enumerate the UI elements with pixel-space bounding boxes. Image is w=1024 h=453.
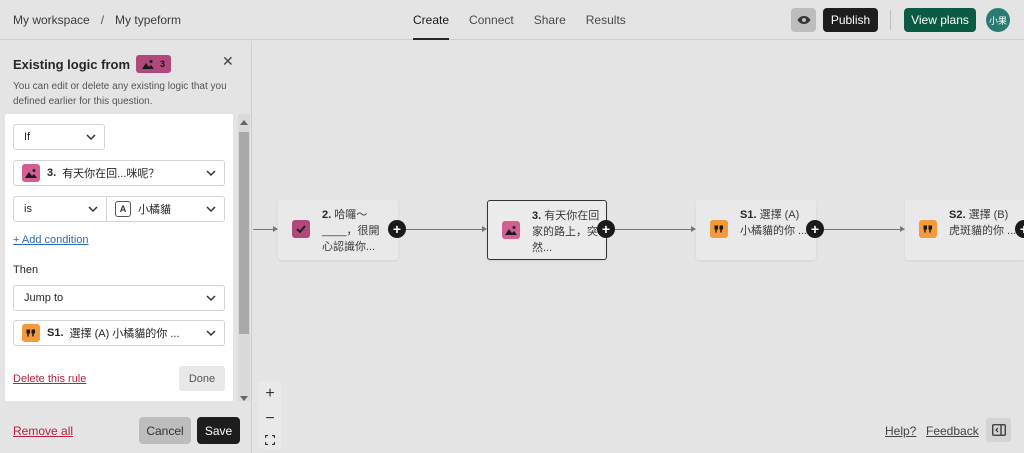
chevron-down-icon (206, 295, 216, 302)
scroll-up-icon[interactable] (240, 120, 248, 125)
fit-screen-icon[interactable] (265, 435, 275, 446)
logic-panel: Existing logic from 3 ✕ You can edit or … (0, 41, 252, 453)
action-select[interactable]: Jump to (13, 285, 225, 311)
tab-create[interactable]: Create (413, 0, 450, 40)
scroll-down-icon[interactable] (240, 396, 248, 401)
value-text: 小橘貓 (138, 204, 171, 216)
action-label: Jump to (24, 292, 64, 304)
flow-edge (824, 226, 905, 232)
chevron-down-icon (206, 170, 216, 177)
if-label: If (24, 131, 31, 143)
avatar[interactable]: 小果 (986, 8, 1010, 32)
top-bar: My workspace / My typeform Create Connec… (0, 0, 1024, 40)
header-divider (890, 10, 891, 30)
condition-divider (106, 197, 107, 221)
save-button[interactable]: Save (197, 417, 240, 444)
choice-letter-icon: A (115, 201, 131, 217)
panel-title-text: Existing logic from (13, 56, 131, 72)
close-icon[interactable]: ✕ (222, 53, 234, 70)
zoom-controls: + − (259, 381, 281, 449)
help-link[interactable]: Help? (885, 424, 916, 438)
target-text: 選擇 (A) 小橘貓的你 ... (69, 328, 180, 340)
quote-icon (919, 220, 937, 238)
eye-icon (797, 16, 810, 24)
question-number: 3. (47, 167, 57, 179)
preview-button[interactable] (791, 8, 816, 32)
node-text: S2. 選擇 (B) 虎斑貓的你 ... (949, 209, 1017, 237)
operator-select[interactable]: is (24, 203, 32, 215)
node-text: S1. 選擇 (A) 小橘貓的你 ... (740, 209, 808, 237)
breadcrumb-workspace[interactable]: My workspace (13, 13, 90, 27)
if-select[interactable]: If (13, 124, 105, 150)
condition-row: is A 小橘貓 (13, 196, 225, 222)
tab-connect[interactable]: Connect (469, 0, 514, 40)
target-number: S1. (47, 327, 64, 339)
question-select[interactable]: 3. 有天你在回...咪呢？ (13, 160, 225, 186)
question-text: 有天你在回...咪呢？ (62, 168, 160, 180)
sidebar-toggle-icon (991, 424, 1006, 436)
checkbox-icon (292, 220, 310, 238)
chevron-down-icon (88, 206, 98, 213)
chevron-down-icon (206, 206, 216, 213)
flow-edge (253, 226, 278, 232)
panel-title: Existing logic from 3 (13, 55, 172, 73)
nav-tabs: Create Connect Share Results (413, 0, 646, 40)
question-badge: 3 (136, 55, 172, 73)
breadcrumb: My workspace / My typeform (13, 13, 181, 27)
breadcrumb-form[interactable]: My typeform (115, 13, 181, 27)
tab-results[interactable]: Results (586, 0, 626, 40)
then-label: Then (13, 264, 39, 276)
add-condition-link[interactable]: + Add condition (13, 234, 89, 246)
quote-icon (22, 324, 40, 342)
panel-toggle-button[interactable] (986, 418, 1011, 442)
flow-edge (615, 226, 696, 232)
picture-icon (142, 60, 155, 69)
zoom-out-button[interactable]: − (265, 410, 274, 428)
done-button[interactable]: Done (179, 366, 225, 391)
add-node-button[interactable]: + (388, 220, 406, 238)
view-plans-button[interactable]: View plans (904, 8, 976, 32)
picture-icon (502, 221, 520, 239)
tab-share[interactable]: Share (534, 0, 566, 40)
add-node-button[interactable]: + (806, 220, 824, 238)
zoom-in-button[interactable]: + (265, 385, 274, 403)
node-text: 2. 哈囉～____，很開心認識你... (322, 209, 380, 253)
quote-icon (710, 220, 728, 238)
picture-icon (22, 164, 40, 182)
flow-node-s2[interactable]: S2. 選擇 (B) 虎斑貓的你 ... (905, 200, 1024, 260)
node-text: 3. 有天你在回家的路上，突然... (532, 210, 600, 254)
delete-rule-link[interactable]: Delete this rule (13, 373, 86, 385)
breadcrumb-separator: / (100, 13, 105, 27)
flow-edge (406, 226, 487, 232)
panel-description: You can edit or delete any existing logi… (13, 81, 227, 107)
panel-scrollbar-thumb[interactable] (239, 132, 249, 334)
target-select[interactable]: S1. 選擇 (A) 小橘貓的你 ... (13, 320, 225, 346)
flow-node-3[interactable]: 3. 有天你在回家的路上，突然... (487, 200, 607, 260)
flow-node-2[interactable]: 2. 哈囉～____，很開心認識你... (278, 200, 398, 260)
value-select[interactable]: A 小橘貓 (115, 201, 171, 217)
question-badge-number: 3 (160, 59, 166, 69)
publish-button[interactable]: Publish (823, 8, 878, 32)
remove-all-link[interactable]: Remove all (13, 424, 73, 438)
cancel-button[interactable]: Cancel (139, 417, 191, 444)
logic-rule-card: If 3. 有天你在回...咪呢？ is A 小橘貓 + Add conditi… (5, 114, 233, 401)
chevron-down-icon (206, 330, 216, 337)
add-node-button[interactable]: + (597, 220, 615, 238)
chevron-down-icon (86, 134, 96, 141)
flow-node-s1[interactable]: S1. 選擇 (A) 小橘貓的你 ... (696, 200, 816, 260)
feedback-link[interactable]: Feedback (926, 424, 979, 438)
